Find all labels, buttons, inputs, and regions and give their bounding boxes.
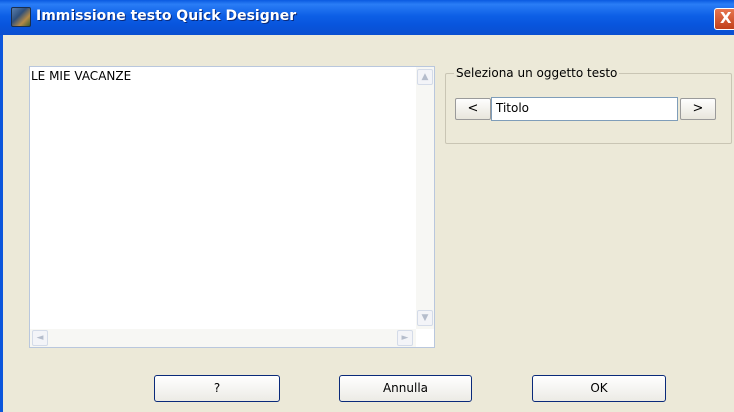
group-label: Seleziona un oggetto testo	[454, 66, 620, 80]
close-icon: X	[720, 9, 732, 27]
arrow-down-icon: ▼	[421, 313, 429, 323]
cancel-button[interactable]: Annulla	[339, 375, 472, 402]
scroll-up-button[interactable]: ▲	[417, 69, 433, 85]
window-border-left	[0, 35, 3, 412]
arrow-up-icon: ▲	[421, 72, 429, 82]
scroll-right-button[interactable]: ►	[397, 330, 413, 346]
text-editor[interactable]: LE MIE VACANZE ▲ ▼ ◄ ►	[29, 66, 435, 348]
title-bar[interactable]: Immissione testo Quick Designer X	[0, 0, 734, 35]
close-button[interactable]: X	[714, 8, 734, 30]
text-object-field[interactable]: Titolo	[491, 97, 678, 121]
scroll-left-button[interactable]: ◄	[32, 330, 48, 346]
help-button[interactable]: ?	[154, 375, 280, 402]
arrow-right-icon: ►	[401, 333, 409, 343]
next-object-button[interactable]: >	[680, 98, 716, 120]
vertical-scrollbar[interactable]: ▲ ▼	[416, 67, 434, 329]
app-icon	[11, 7, 31, 27]
window-title: Immissione testo Quick Designer	[36, 8, 297, 24]
scroll-down-button[interactable]: ▼	[417, 310, 433, 326]
horizontal-scrollbar[interactable]: ◄ ►	[30, 329, 416, 347]
arrow-left-icon: ◄	[36, 333, 44, 343]
editor-text[interactable]: LE MIE VACANZE	[31, 69, 131, 83]
previous-object-button[interactable]: <	[455, 98, 491, 120]
ok-button[interactable]: OK	[532, 375, 666, 402]
dialog-window: Immissione testo Quick Designer X LE MIE…	[0, 0, 734, 412]
